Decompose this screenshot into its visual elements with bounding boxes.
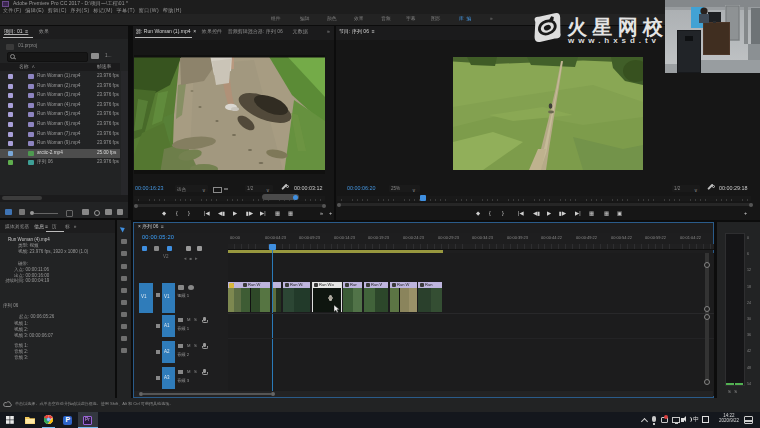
svg-text:火星网校: 火星网校 <box>567 16 664 38</box>
